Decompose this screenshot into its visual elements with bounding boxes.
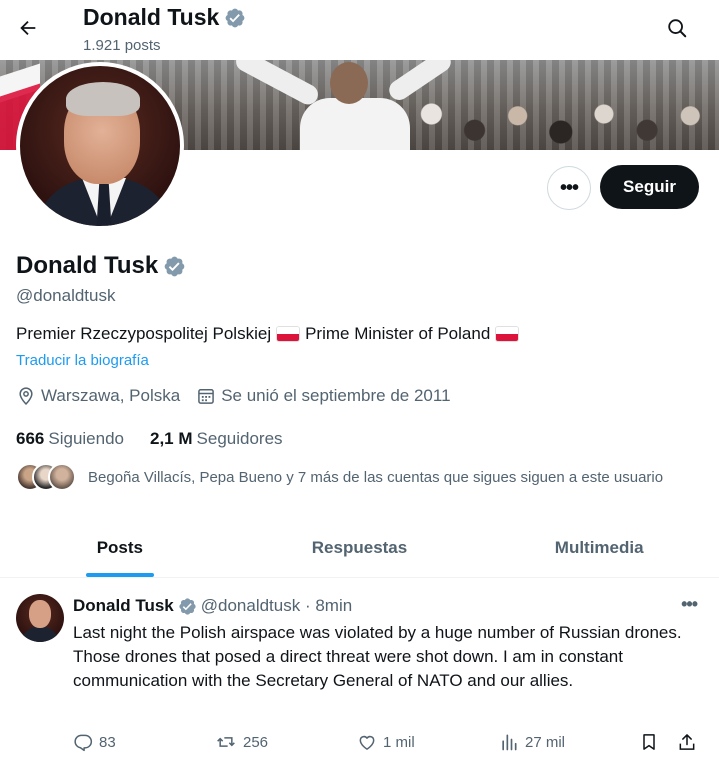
join-date: Se unió el septiembre de 2011	[196, 386, 451, 406]
following-count: 666	[16, 429, 45, 448]
reply-icon	[74, 734, 93, 752]
share-icon	[679, 734, 695, 750]
post-avatar-suit	[20, 626, 60, 642]
back-arrow-icon	[20, 20, 36, 36]
like-button[interactable]: 1 mil	[357, 732, 415, 752]
post-actions: 83 256 1 mil 27 mil	[73, 732, 703, 756]
post-count: 1.921 posts	[83, 37, 161, 54]
profile-name: Donald Tusk	[16, 252, 186, 280]
poland-flag-icon	[277, 327, 300, 341]
back-button[interactable]	[12, 12, 44, 44]
like-count: 1 mil	[383, 733, 415, 751]
avatar-hair	[66, 82, 140, 116]
more-options-button[interactable]: •••	[547, 166, 591, 210]
post-text: Last night the Polish airspace was viola…	[73, 623, 682, 690]
reply-count: 83	[99, 733, 116, 751]
views-button[interactable]: 27 mil	[499, 732, 565, 752]
tab-posts[interactable]: Posts	[0, 518, 240, 577]
search-button[interactable]	[661, 12, 693, 44]
avatar	[48, 463, 76, 491]
bio-text-polish: Premier Rzeczypospolitej Polskiej	[16, 324, 272, 343]
follow-button[interactable]: Seguir	[600, 165, 699, 209]
reply-button[interactable]: 83	[73, 732, 116, 752]
post-avatar[interactable]	[16, 594, 64, 642]
verified-badge-icon[interactable]	[163, 255, 186, 278]
profile-tabs: Posts Respuestas Multimedia	[0, 518, 719, 578]
followed-by-avatars	[16, 463, 76, 491]
top-bar: Donald Tusk 1.921 posts	[0, 0, 719, 60]
calendar-icon	[198, 389, 215, 404]
profile-meta: Warszawa, Polska Se unió el septiembre d…	[16, 386, 467, 406]
profile-avatar[interactable]	[16, 62, 184, 230]
banner-head	[330, 62, 368, 104]
location: Warszawa, Polska	[16, 386, 180, 406]
join-date-text: Se unió el septiembre de 2011	[221, 386, 451, 405]
verified-badge-icon	[225, 8, 245, 27]
post-avatar-face	[29, 600, 51, 628]
followers-count: 2,1 M	[150, 429, 193, 448]
location-text: Warszawa, Polska	[41, 386, 181, 405]
profile-bio: Premier Rzeczypospolitej Polskiej Prime …	[16, 324, 524, 344]
follow-stats: 666 Siguiendo 2,1 M Seguidores	[16, 429, 309, 449]
search-icon	[668, 19, 687, 38]
views-icon	[502, 734, 517, 751]
poland-flag-icon	[496, 327, 519, 341]
header-title: Donald Tusk	[83, 4, 246, 31]
views-count: 27 mil	[525, 733, 566, 751]
repost-button[interactable]: 256	[215, 732, 268, 752]
share-button[interactable]	[677, 732, 703, 752]
tab-replies[interactable]: Respuestas	[240, 518, 480, 577]
bookmark-icon	[643, 734, 655, 750]
followed-by[interactable]: Begoña Villacís, Pepa Bueno y 7 más de l…	[16, 463, 663, 491]
like-icon	[359, 735, 375, 750]
bio-text-english: Prime Minister of Poland	[305, 324, 491, 343]
post-header: Donald Tusk @donaldtusk · 8min	[73, 596, 352, 616]
followers-link[interactable]: 2,1 M Seguidores	[150, 429, 283, 449]
banner-figure	[300, 98, 410, 150]
repost-count: 256	[243, 733, 269, 751]
post-author[interactable]: Donald Tusk	[73, 596, 174, 616]
repost-icon	[217, 737, 235, 747]
followers-label: Seguidores	[196, 429, 283, 448]
translate-bio-link[interactable]: Traducir la biografía	[16, 352, 149, 369]
header-name: Donald Tusk	[83, 4, 220, 30]
bookmark-button[interactable]	[639, 732, 665, 752]
profile-name-text: Donald Tusk	[16, 252, 159, 279]
following-link[interactable]: 666 Siguiendo	[16, 429, 124, 449]
profile-handle: @donaldtusk	[16, 286, 116, 305]
following-label: Siguiendo	[48, 429, 124, 448]
followed-by-text: Begoña Villacís, Pepa Bueno y 7 más de l…	[88, 468, 664, 486]
post-handle-time[interactable]: @donaldtusk · 8min	[201, 596, 352, 616]
tab-media[interactable]: Multimedia	[479, 518, 719, 577]
verified-badge-icon	[179, 597, 196, 615]
post-more-button[interactable]: •••	[681, 594, 698, 615]
location-pin-icon	[19, 387, 33, 405]
